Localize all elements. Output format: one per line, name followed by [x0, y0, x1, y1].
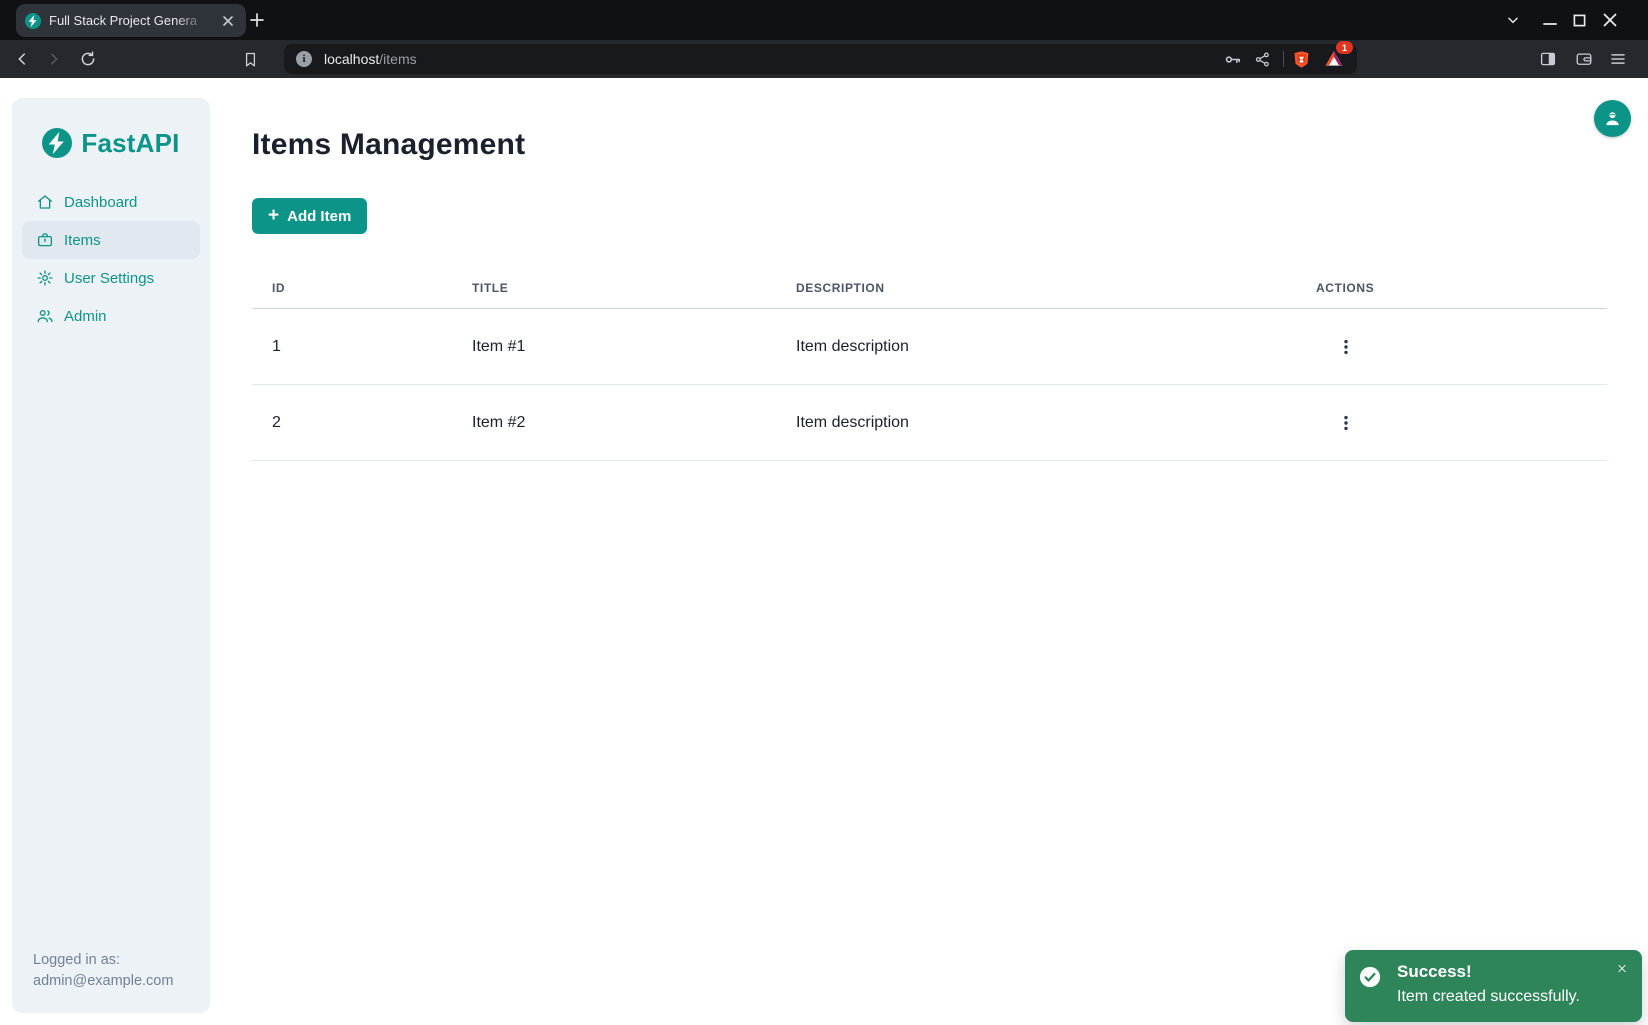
table-row: 2 Item #2 Item description: [252, 385, 1607, 461]
close-window-button[interactable]: [1598, 8, 1622, 32]
chevron-down-icon: [1506, 13, 1520, 27]
password-key-button[interactable]: [1221, 48, 1243, 70]
back-button[interactable]: [10, 47, 34, 71]
gear-icon: [36, 269, 54, 287]
tab-title: Full Stack Project Genera: [49, 13, 211, 28]
close-icon: [1603, 13, 1617, 27]
user-avatar-button[interactable]: [1594, 100, 1631, 137]
bookmark-button[interactable]: [238, 47, 262, 71]
maximize-button[interactable]: [1567, 8, 1591, 32]
address-bar[interactable]: i localhost/items 1: [284, 44, 1357, 74]
briefcase-icon: [36, 231, 54, 249]
cell-id: 2: [252, 385, 452, 461]
sidebar-item-dashboard[interactable]: Dashboard: [22, 183, 200, 221]
kebab-icon: [1338, 339, 1354, 355]
column-header-description: DESCRIPTION: [776, 268, 1296, 309]
url-text: localhost/items: [324, 44, 417, 74]
arrow-forward-icon: [45, 50, 63, 68]
app-logo: FastAPI: [12, 128, 210, 158]
arrow-back-icon: [13, 50, 31, 68]
shield-icon: [1292, 50, 1311, 69]
cell-actions: [1296, 385, 1607, 461]
column-header-title: TITLE: [452, 268, 776, 309]
cell-description: Item description: [776, 309, 1296, 385]
toast-message: Item created successfully.: [1397, 988, 1580, 1006]
sidebar-item-items[interactable]: Items: [22, 221, 200, 259]
toast-title: Success!: [1397, 962, 1472, 982]
users-icon: [36, 307, 54, 325]
sidebar-item-admin[interactable]: Admin: [22, 297, 200, 335]
sidebar-item-user-settings[interactable]: User Settings: [22, 259, 200, 297]
plus-icon: [250, 13, 264, 27]
cell-title: Item #1: [452, 309, 776, 385]
tab-close-button[interactable]: [219, 12, 237, 30]
browser-tab[interactable]: Full Stack Project Genera: [16, 4, 246, 37]
sidebar-item-label: Admin: [64, 308, 107, 325]
reload-button[interactable]: [76, 47, 100, 71]
logged-in-email: admin@example.com: [33, 971, 173, 992]
url-path: /items: [379, 51, 416, 67]
menu-button[interactable]: [1606, 47, 1630, 71]
row-actions-button[interactable]: [1332, 333, 1360, 361]
items-table: ID TITLE DESCRIPTION ACTIONS 1 Item #1 I…: [252, 268, 1607, 461]
minimize-button[interactable]: [1538, 8, 1562, 32]
cell-id: 1: [252, 309, 452, 385]
user-icon: [1602, 108, 1623, 129]
sidebar-item-label: User Settings: [64, 270, 154, 287]
home-icon: [36, 193, 54, 211]
browser-titlebar: Full Stack Project Genera: [0, 0, 1648, 40]
table-row: 1 Item #1 Item description: [252, 309, 1607, 385]
app-logo-text: FastAPI: [81, 128, 179, 159]
sidebar-footer: Logged in as: admin@example.com: [33, 950, 173, 992]
forward-button[interactable]: [42, 47, 66, 71]
column-header-id: ID: [252, 268, 452, 309]
sidebar-nav: Dashboard Items User Settings Admin: [12, 183, 210, 335]
plus-icon: +: [268, 206, 279, 225]
fastapi-favicon-icon: [25, 13, 41, 29]
share-button[interactable]: [1251, 48, 1273, 70]
wallet-icon: [1575, 50, 1593, 68]
success-toast: Success! Item created successfully.: [1345, 950, 1642, 1022]
close-icon: [1618, 962, 1626, 975]
table-header-row: ID TITLE DESCRIPTION ACTIONS: [252, 268, 1607, 309]
kebab-icon: [1338, 415, 1354, 431]
reload-icon: [79, 50, 97, 68]
row-actions-button[interactable]: [1332, 409, 1360, 437]
site-info-icon[interactable]: i: [296, 51, 312, 67]
addressbar-divider: [1283, 51, 1284, 67]
close-icon: [223, 16, 233, 26]
add-item-label: Add Item: [287, 208, 351, 225]
logged-in-label: Logged in as:: [33, 950, 173, 971]
cell-description: Item description: [776, 385, 1296, 461]
wallet-button[interactable]: [1572, 47, 1596, 71]
minimize-icon: [1543, 13, 1557, 27]
new-tab-button[interactable]: [246, 9, 268, 31]
side-panel-icon: [1539, 50, 1557, 68]
check-circle-icon: [1359, 966, 1381, 988]
url-host: localhost: [324, 51, 379, 67]
tab-search-button[interactable]: [1501, 8, 1525, 32]
rewards-notification-badge: 1: [1336, 41, 1353, 54]
maximize-icon: [1573, 14, 1586, 27]
sidebar-item-label: Dashboard: [64, 194, 137, 211]
page-title: Items Management: [252, 128, 525, 162]
fastapi-logo-icon: [42, 128, 72, 158]
sidebar-panel-button[interactable]: [1536, 47, 1560, 71]
bookmark-icon: [242, 51, 259, 68]
cell-title: Item #2: [452, 385, 776, 461]
column-header-actions: ACTIONS: [1296, 268, 1607, 309]
cell-actions: [1296, 309, 1607, 385]
share-icon: [1254, 51, 1271, 68]
add-item-button[interactable]: + Add Item: [252, 198, 367, 234]
app-sidebar: FastAPI Dashboard Items User Settings Ad…: [12, 98, 210, 1013]
sidebar-item-label: Items: [64, 232, 101, 249]
toast-close-button[interactable]: [1612, 958, 1632, 978]
brave-shield-button[interactable]: [1290, 48, 1312, 70]
key-icon: [1223, 50, 1242, 69]
hamburger-icon: [1609, 50, 1627, 68]
